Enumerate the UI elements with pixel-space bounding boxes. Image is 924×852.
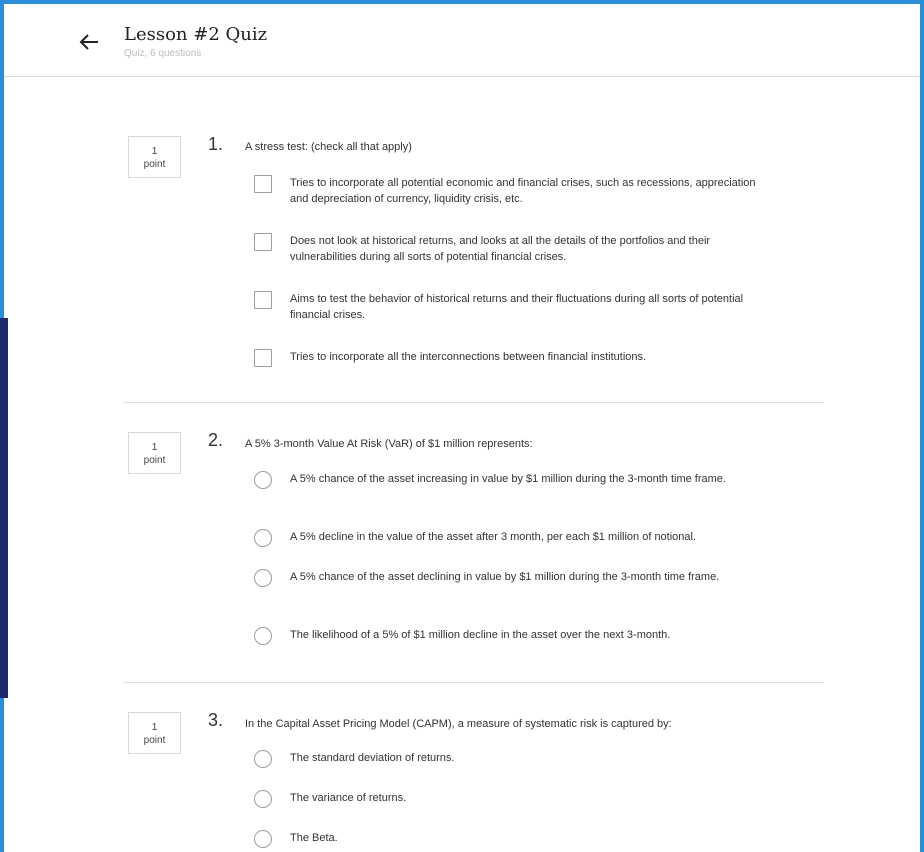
points-label: point (143, 735, 166, 746)
option-2[interactable]: Does not look at historical returns, and… (254, 233, 774, 265)
points-label: point (143, 455, 166, 466)
option-2[interactable]: A 5% decline in the value of the asset a… (254, 529, 774, 547)
question-number: 3. (208, 710, 224, 730)
points-value: 1 (151, 722, 158, 733)
option-label: The likelihood of a 5% of $1 million dec… (290, 629, 671, 641)
left-edge-decoration (0, 318, 8, 698)
question-divider (124, 402, 824, 403)
option-label: A 5% chance of the asset declining in va… (290, 571, 720, 583)
points-box: 1 point (128, 136, 181, 178)
option-3[interactable]: The Beta. (254, 830, 774, 848)
question-text: A stress test: (check all that apply) (245, 141, 412, 153)
points-box: 1 point (128, 432, 181, 474)
question-number: 1. (208, 134, 224, 154)
option-label: Tries to incorporate all the interconnec… (290, 351, 647, 363)
checkbox[interactable] (254, 291, 272, 309)
option-label: Does not look at historical returns, and… (290, 235, 711, 263)
option-3[interactable]: A 5% chance of the asset declining in va… (254, 569, 774, 587)
quiz-header: Lesson #2 Quiz Quiz, 6 questions (4, 4, 920, 77)
radio-button[interactable] (254, 790, 272, 808)
radio-button[interactable] (254, 750, 272, 768)
radio-button[interactable] (254, 569, 272, 587)
question-number: 2. (208, 430, 224, 450)
points-label: point (143, 159, 166, 170)
checkbox[interactable] (254, 349, 272, 367)
points-value: 1 (151, 146, 158, 157)
back-arrow-icon[interactable] (76, 28, 104, 56)
page-title: Lesson #2 Quiz (124, 24, 268, 45)
option-2[interactable]: The variance of returns. (254, 790, 774, 808)
option-1[interactable]: The standard deviation of returns. (254, 750, 774, 768)
checkbox[interactable] (254, 233, 272, 251)
option-label: Aims to test the behavior of historical … (290, 293, 744, 321)
question-text: In the Capital Asset Pricing Model (CAPM… (245, 718, 672, 730)
option-label: Tries to incorporate all potential econo… (290, 177, 756, 205)
option-4[interactable]: Tries to incorporate all the interconnec… (254, 349, 774, 367)
option-label: The standard deviation of returns. (290, 752, 455, 764)
option-label: The Beta. (290, 832, 338, 844)
option-3[interactable]: Aims to test the behavior of historical … (254, 291, 774, 323)
option-label: The variance of returns. (290, 792, 407, 804)
option-4[interactable]: The likelihood of a 5% of $1 million dec… (254, 627, 774, 645)
question-text: A 5% 3-month Value At Risk (VaR) of $1 m… (245, 438, 533, 450)
radio-button[interactable] (254, 627, 272, 645)
points-value: 1 (151, 442, 158, 453)
radio-button[interactable] (254, 529, 272, 547)
option-label: A 5% decline in the value of the asset a… (290, 531, 697, 543)
question-divider (124, 682, 824, 683)
option-1[interactable]: A 5% chance of the asset increasing in v… (254, 471, 774, 489)
checkbox[interactable] (254, 175, 272, 193)
option-label: A 5% chance of the asset increasing in v… (290, 473, 726, 485)
points-box: 1 point (128, 712, 181, 754)
option-1[interactable]: Tries to incorporate all potential econo… (254, 175, 774, 207)
page-subtitle: Quiz, 6 questions (124, 48, 202, 59)
radio-button[interactable] (254, 830, 272, 848)
radio-button[interactable] (254, 471, 272, 489)
